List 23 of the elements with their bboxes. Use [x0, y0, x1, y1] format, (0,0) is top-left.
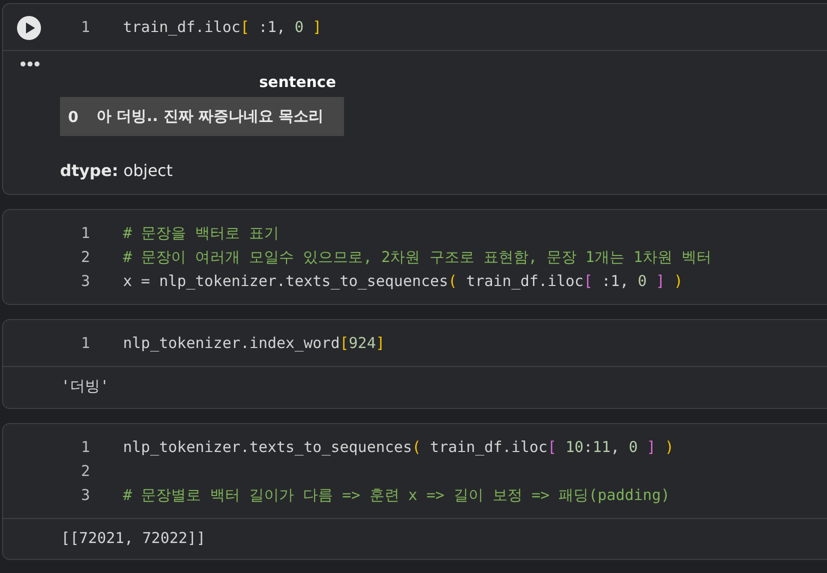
line-number: 1: [81, 18, 92, 36]
code-line: nlp_tokenizer.texts_to_sequences( train_df.iloc[ 10:11, 0 ] ): [123, 438, 674, 456]
line-number: 3: [81, 486, 92, 504]
output-text: [[72021, 72022]]: [60, 528, 206, 549]
code-line: train_df.iloc[ :1, 0 ]: [123, 18, 322, 36]
line-number: 1: [81, 224, 92, 242]
code-line: # 문장을 백터로 표기: [123, 224, 280, 242]
line-number: 1: [81, 438, 92, 456]
column-header: sentence: [258, 72, 337, 93]
line-number: 2: [81, 462, 92, 480]
line-number: 3: [81, 272, 92, 290]
code-line: nlp_tokenizer.index_word[924]: [123, 334, 385, 352]
line-number: 2: [81, 248, 92, 266]
run-button-icon[interactable]: [17, 16, 41, 40]
code-line: # 문장이 여러개 모일수 있으므로, 2차원 구조로 표현함, 문장 1개는 1차원 벡터: [123, 248, 712, 266]
code-line: # 문장별로 백터 길이가 다름 => 훈련 x => 길이 보정 => 패딩(padding): [123, 486, 670, 504]
row-index: 0: [68, 108, 78, 126]
line-number: 1: [81, 334, 92, 352]
table-cell: 아 더빙.. 진짜 짜증나네요 목소리: [96, 107, 324, 126]
more-icon[interactable]: [20, 61, 40, 67]
dtype-text: dtype: object: [60, 161, 174, 180]
code-line: x = nlp_tokenizer.texts_to_sequences( train_df.iloc[ :1, 0 ] ): [123, 272, 683, 290]
output-text: '더빙': [60, 376, 110, 397]
